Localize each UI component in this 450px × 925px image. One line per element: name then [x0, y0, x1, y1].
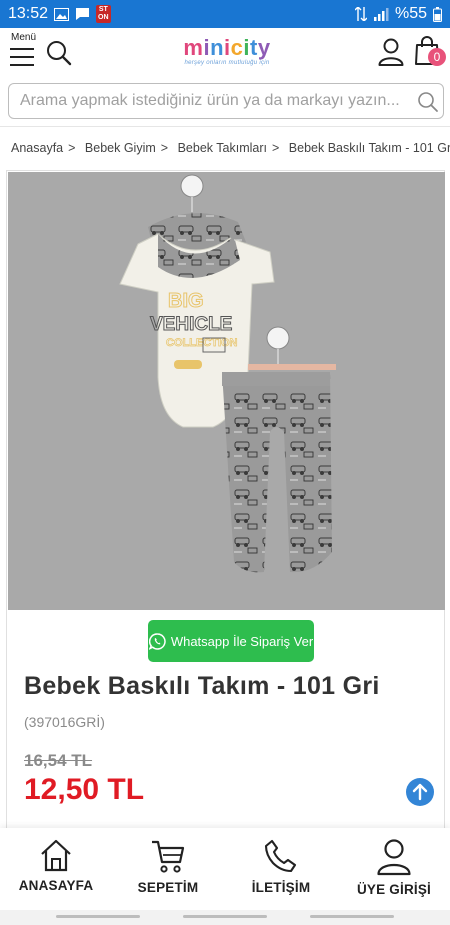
whatsapp-label: Whatsapp İle Sipariş Ver — [170, 633, 314, 649]
home-icon — [41, 839, 71, 872]
status-time: 13:52 — [8, 5, 49, 22]
breadcrumb-home[interactable]: Anasayfa — [11, 141, 63, 155]
body-print-big: BIG — [168, 290, 204, 312]
cart-icon — [152, 840, 185, 873]
breadcrumb: Anasayfa > Bebek Giyim > Bebek Takımları > … — [11, 141, 450, 155]
bottom-navigation: ANASAYFA SEPETİM İLETİŞİM ÜYE GİRİŞİ — [0, 828, 450, 910]
breadcrumb-separator: > — [160, 141, 169, 155]
product-title: Bebek Baskılı Takım - 101 Gri — [24, 672, 380, 700]
phone-icon — [264, 839, 297, 873]
body-print-collection: COLLECTION — [166, 337, 238, 349]
scroll-to-top-button[interactable] — [406, 778, 434, 806]
breadcrumb-current: Bebek Baskılı Takım - 101 Gri — [288, 141, 450, 155]
site-logo[interactable]: minicity herşey onların mutluluğu için — [172, 36, 282, 72]
status-bar: 13:52 ST ON %55 — [0, 0, 450, 28]
header-divider — [0, 126, 450, 127]
search-icon[interactable] — [46, 40, 72, 66]
breadcrumb-category[interactable]: Bebek Giyim — [85, 141, 156, 155]
logo-wordmark: minicity — [183, 35, 271, 60]
search-input[interactable] — [20, 84, 406, 118]
app-screen: 13:52 ST ON %55 Menü minicity herşey onla… — [0, 0, 450, 925]
battery-percent: %55 — [394, 5, 427, 22]
breadcrumb-separator: > — [68, 141, 76, 155]
nav-cart-label: SEPETİM — [137, 880, 199, 895]
menu-label: Menü — [11, 32, 37, 43]
network-icon — [354, 7, 367, 21]
nav-home-label: ANASAYFA — [18, 878, 94, 893]
whatsapp-icon — [148, 632, 166, 650]
breadcrumb-subcategory[interactable]: Bebek Takımları — [178, 141, 267, 155]
nav-login-label: ÜYE GİRİŞİ — [356, 882, 431, 897]
flip-app-icon: ST ON — [96, 5, 111, 23]
system-gesture-bar — [0, 910, 450, 925]
nav-home[interactable]: ANASAYFA — [0, 838, 112, 893]
current-price: 12,50 TL — [24, 773, 145, 806]
hamburger-icon — [10, 48, 34, 72]
logo-tagline: herşey onların mutluluğu için — [184, 60, 270, 66]
battery-icon — [433, 6, 442, 22]
user-account-icon[interactable] — [378, 38, 404, 66]
user-icon — [377, 839, 411, 876]
body-print-vehicle: VEHICLE — [150, 314, 232, 335]
gallery-icon — [54, 7, 70, 21]
menu-button[interactable]: Menü — [10, 32, 38, 70]
nav-login[interactable]: ÜYE GİRİŞİ — [338, 838, 450, 897]
whatsapp-order-button[interactable]: Whatsapp İle Sipariş Ver — [148, 620, 314, 662]
search-submit-icon[interactable] — [417, 91, 439, 113]
signal-icon — [373, 8, 389, 21]
old-price: 16,54 TL — [24, 751, 93, 770]
product-image[interactable]: BIG VEHICLE COLLECTION — [8, 172, 445, 610]
arrow-up-icon — [412, 783, 428, 801]
cart-count-badge: 0 — [428, 48, 446, 66]
product-code: (397016GRİ) — [24, 714, 105, 730]
product-card: BIG VEHICLE COLLECTION Whatsapp İle Sipa… — [6, 170, 445, 830]
breadcrumb-separator: > — [271, 141, 280, 155]
search-box — [8, 83, 444, 119]
header-cart-button[interactable]: 0 — [414, 36, 446, 70]
message-icon — [76, 8, 90, 20]
site-header: Menü minicity herşey onların mutluluğu i… — [0, 28, 450, 80]
nav-cart[interactable]: SEPETİM — [112, 838, 224, 895]
nav-contact-label: İLETİŞİM — [251, 880, 311, 895]
nav-contact[interactable]: İLETİŞİM — [225, 838, 337, 895]
